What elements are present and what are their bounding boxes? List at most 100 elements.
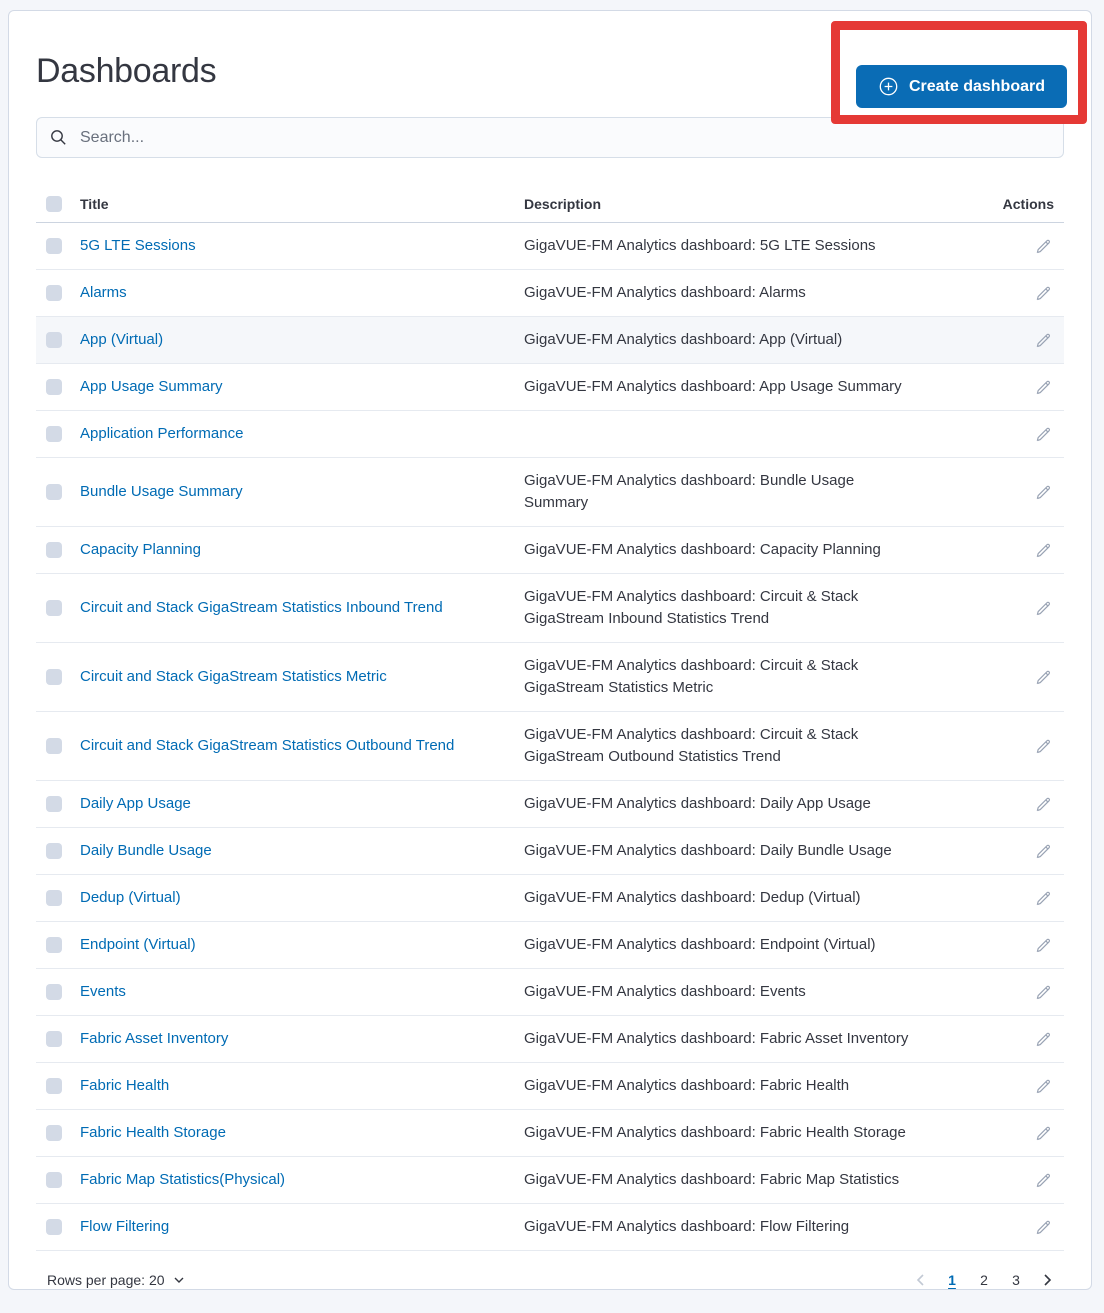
dashboard-title-link[interactable]: App Usage Summary [80, 378, 223, 395]
row-checkbox[interactable] [46, 542, 62, 558]
next-page-button[interactable] [1036, 1271, 1058, 1289]
edit-pencil-icon[interactable] [1035, 890, 1052, 907]
row-checkbox[interactable] [46, 738, 62, 754]
row-checkbox[interactable] [46, 379, 62, 395]
row-checkbox[interactable] [46, 843, 62, 859]
row-checkbox[interactable] [46, 1078, 62, 1094]
rows-per-page-selector[interactable]: Rows per page: 20 [47, 1272, 186, 1288]
table-row: Dedup (Virtual) GigaVUE-FM Analytics das… [36, 875, 1064, 922]
edit-pencil-icon[interactable] [1035, 937, 1052, 954]
edit-pencil-icon[interactable] [1035, 1031, 1052, 1048]
page-number-3[interactable]: 3 [1004, 1267, 1028, 1289]
title-cell: Fabric Health [80, 1075, 524, 1097]
dashboard-description: GigaVUE-FM Analytics dashboard: Fabric H… [524, 1077, 850, 1094]
row-checkbox[interactable] [46, 285, 62, 301]
actions-cell [972, 285, 1064, 302]
column-header-description: Description [524, 196, 602, 212]
row-checkbox[interactable] [46, 600, 62, 616]
plus-circle-icon [878, 76, 899, 97]
dashboard-title-link[interactable]: Flow Filtering [80, 1218, 169, 1235]
dashboard-title-link[interactable]: Application Performance [80, 425, 243, 442]
table-row: Endpoint (Virtual) GigaVUE-FM Analytics … [36, 922, 1064, 969]
edit-pencil-icon[interactable] [1035, 669, 1052, 686]
edit-pencil-icon[interactable] [1035, 738, 1052, 755]
dashboard-description: GigaVUE-FM Analytics dashboard: Dedup (V… [524, 889, 861, 906]
dashboard-title-link[interactable]: Fabric Health [80, 1077, 169, 1094]
row-checkbox[interactable] [46, 484, 62, 500]
dashboard-title-link[interactable]: Daily App Usage [80, 795, 191, 812]
edit-pencil-icon[interactable] [1035, 1219, 1052, 1236]
edit-pencil-icon[interactable] [1035, 332, 1052, 349]
dashboard-title-link[interactable]: Events [80, 983, 126, 1000]
row-checkbox[interactable] [46, 890, 62, 906]
title-cell: 5G LTE Sessions [80, 235, 524, 257]
row-checkbox[interactable] [46, 1172, 62, 1188]
title-cell: Fabric Asset Inventory [80, 1028, 524, 1050]
title-cell: Bundle Usage Summary [80, 481, 524, 503]
title-cell: Application Performance [80, 423, 524, 445]
dashboard-description: GigaVUE-FM Analytics dashboard: 5G LTE S… [524, 237, 876, 254]
dashboard-title-link[interactable]: Daily Bundle Usage [80, 842, 212, 859]
dashboard-title-link[interactable]: Circuit and Stack GigaStream Statistics … [80, 737, 454, 754]
actions-cell [972, 890, 1064, 907]
dashboard-title-link[interactable]: App (Virtual) [80, 331, 163, 348]
edit-pencil-icon[interactable] [1035, 426, 1052, 443]
dashboard-title-link[interactable]: Fabric Health Storage [80, 1124, 226, 1141]
edit-pencil-icon[interactable] [1035, 1125, 1052, 1142]
dashboard-title-link[interactable]: Bundle Usage Summary [80, 483, 243, 500]
table-row: Circuit and Stack GigaStream Statistics … [36, 643, 1064, 712]
edit-pencil-icon[interactable] [1035, 1078, 1052, 1095]
dashboard-title-link[interactable]: Alarms [80, 284, 127, 301]
row-checkbox-cell [36, 600, 80, 616]
edit-pencil-icon[interactable] [1035, 984, 1052, 1001]
dashboard-title-link[interactable]: 5G LTE Sessions [80, 237, 196, 254]
table-row: Capacity Planning GigaVUE-FM Analytics d… [36, 527, 1064, 574]
page-number-1[interactable]: 1 [940, 1267, 964, 1289]
row-checkbox[interactable] [46, 937, 62, 953]
edit-pencil-icon[interactable] [1035, 484, 1052, 501]
dashboard-title-link[interactable]: Endpoint (Virtual) [80, 936, 196, 953]
actions-cell [972, 1031, 1064, 1048]
row-checkbox-cell [36, 426, 80, 442]
edit-pencil-icon[interactable] [1035, 843, 1052, 860]
search-bar [36, 117, 1064, 158]
table-row: Application Performance [36, 411, 1064, 458]
dashboard-description: GigaVUE-FM Analytics dashboard: Alarms [524, 284, 806, 301]
edit-pencil-icon[interactable] [1035, 238, 1052, 255]
row-checkbox[interactable] [46, 1031, 62, 1047]
row-checkbox[interactable] [46, 238, 62, 254]
dashboard-title-link[interactable]: Dedup (Virtual) [80, 889, 181, 906]
dashboard-title-link[interactable]: Fabric Map Statistics(Physical) [80, 1171, 285, 1188]
dashboard-description: GigaVUE-FM Analytics dashboard: Circuit … [524, 657, 859, 696]
edit-pencil-icon[interactable] [1035, 600, 1052, 617]
edit-pencil-icon[interactable] [1035, 1172, 1052, 1189]
row-checkbox[interactable] [46, 796, 62, 812]
row-checkbox[interactable] [46, 426, 62, 442]
actions-cell [972, 379, 1064, 396]
row-checkbox[interactable] [46, 669, 62, 685]
actions-cell [972, 426, 1064, 443]
dashboard-title-link[interactable]: Circuit and Stack GigaStream Statistics … [80, 599, 443, 616]
row-checkbox[interactable] [46, 1219, 62, 1235]
previous-page-button[interactable] [910, 1271, 932, 1289]
row-checkbox[interactable] [46, 1125, 62, 1141]
dashboard-title-link[interactable]: Circuit and Stack GigaStream Statistics … [80, 668, 387, 685]
search-icon [50, 129, 67, 146]
edit-pencil-icon[interactable] [1035, 285, 1052, 302]
row-checkbox[interactable] [46, 984, 62, 1000]
search-input[interactable] [78, 127, 1050, 148]
row-checkbox-cell [36, 285, 80, 301]
edit-pencil-icon[interactable] [1035, 379, 1052, 396]
row-checkbox-cell [36, 542, 80, 558]
edit-pencil-icon[interactable] [1035, 542, 1052, 559]
create-dashboard-button[interactable]: Create dashboard [855, 65, 1067, 108]
table-row: App (Virtual) GigaVUE-FM Analytics dashb… [36, 317, 1064, 364]
actions-cell [972, 843, 1064, 860]
edit-pencil-icon[interactable] [1035, 796, 1052, 813]
row-checkbox[interactable] [46, 332, 62, 348]
actions-cell [972, 1172, 1064, 1189]
dashboard-title-link[interactable]: Capacity Planning [80, 541, 201, 558]
page-number-2[interactable]: 2 [972, 1267, 996, 1289]
dashboard-title-link[interactable]: Fabric Asset Inventory [80, 1030, 228, 1047]
select-all-checkbox[interactable] [46, 196, 62, 212]
